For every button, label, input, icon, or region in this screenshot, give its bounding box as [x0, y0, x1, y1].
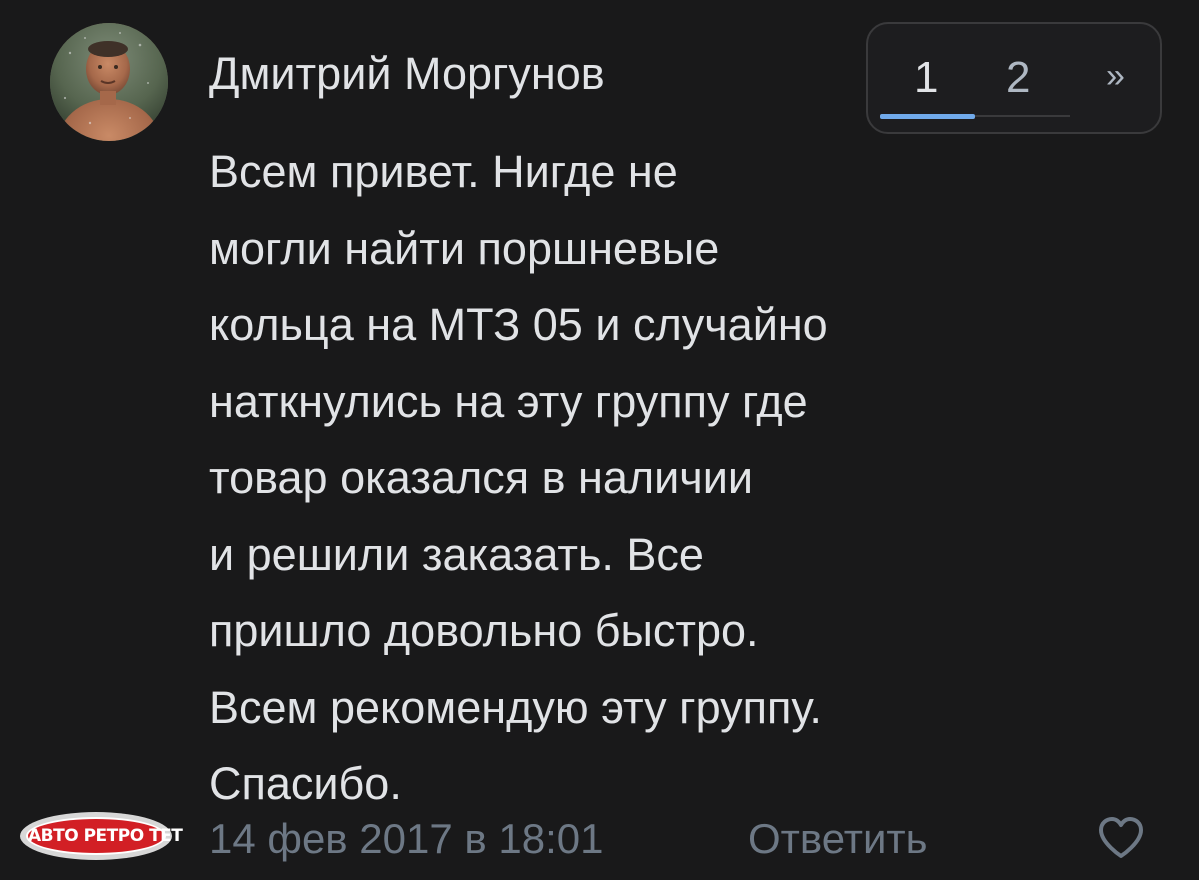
- comment-text-line: товар оказался в наличии: [209, 452, 753, 503]
- heart-outline-icon: [1099, 817, 1143, 858]
- like-button[interactable]: [1095, 812, 1147, 864]
- active-page-indicator: [880, 114, 975, 119]
- reply-button[interactable]: Ответить: [748, 812, 928, 866]
- page-2-button[interactable]: 2: [1006, 52, 1030, 104]
- comment-text-line: пришло довольно быстро.: [209, 605, 759, 656]
- author-name[interactable]: Дмитрий Моргунов: [209, 44, 605, 104]
- comment-text-line: кольца на МТЗ 05 и случайно: [209, 299, 828, 350]
- comment-text-line: могли найти поршневые: [209, 222, 720, 274]
- comment-date[interactable]: 14 фев 2017 в 18:01: [209, 812, 603, 866]
- pagination: 1 2 »: [866, 22, 1162, 134]
- page-1-button[interactable]: 1: [914, 52, 938, 104]
- comment-text: Всем привет. Нигде не могли найти поршне…: [209, 134, 1109, 823]
- comment-text-line: и решили заказать. Все: [209, 528, 704, 580]
- group-badge-logo: АВТО РЕТРО ТЕТ: [20, 812, 183, 860]
- page-track: [975, 115, 1070, 117]
- comment-text-line: наткнулись на эту группу где: [209, 375, 808, 427]
- avatar-photo: [50, 23, 168, 141]
- comment-text-line: Всем рекомендую эту группу.: [209, 681, 822, 733]
- next-page-icon[interactable]: »: [1106, 54, 1125, 98]
- comment-text-line: Всем привет. Нигде не: [209, 146, 678, 197]
- author-avatar[interactable]: [50, 23, 168, 141]
- comment: Дмитрий Моргунов 1 2 » Всем привет. Нигд…: [0, 0, 1199, 880]
- group-badge-text: АВТО РЕТРО ТЕТ: [26, 817, 183, 855]
